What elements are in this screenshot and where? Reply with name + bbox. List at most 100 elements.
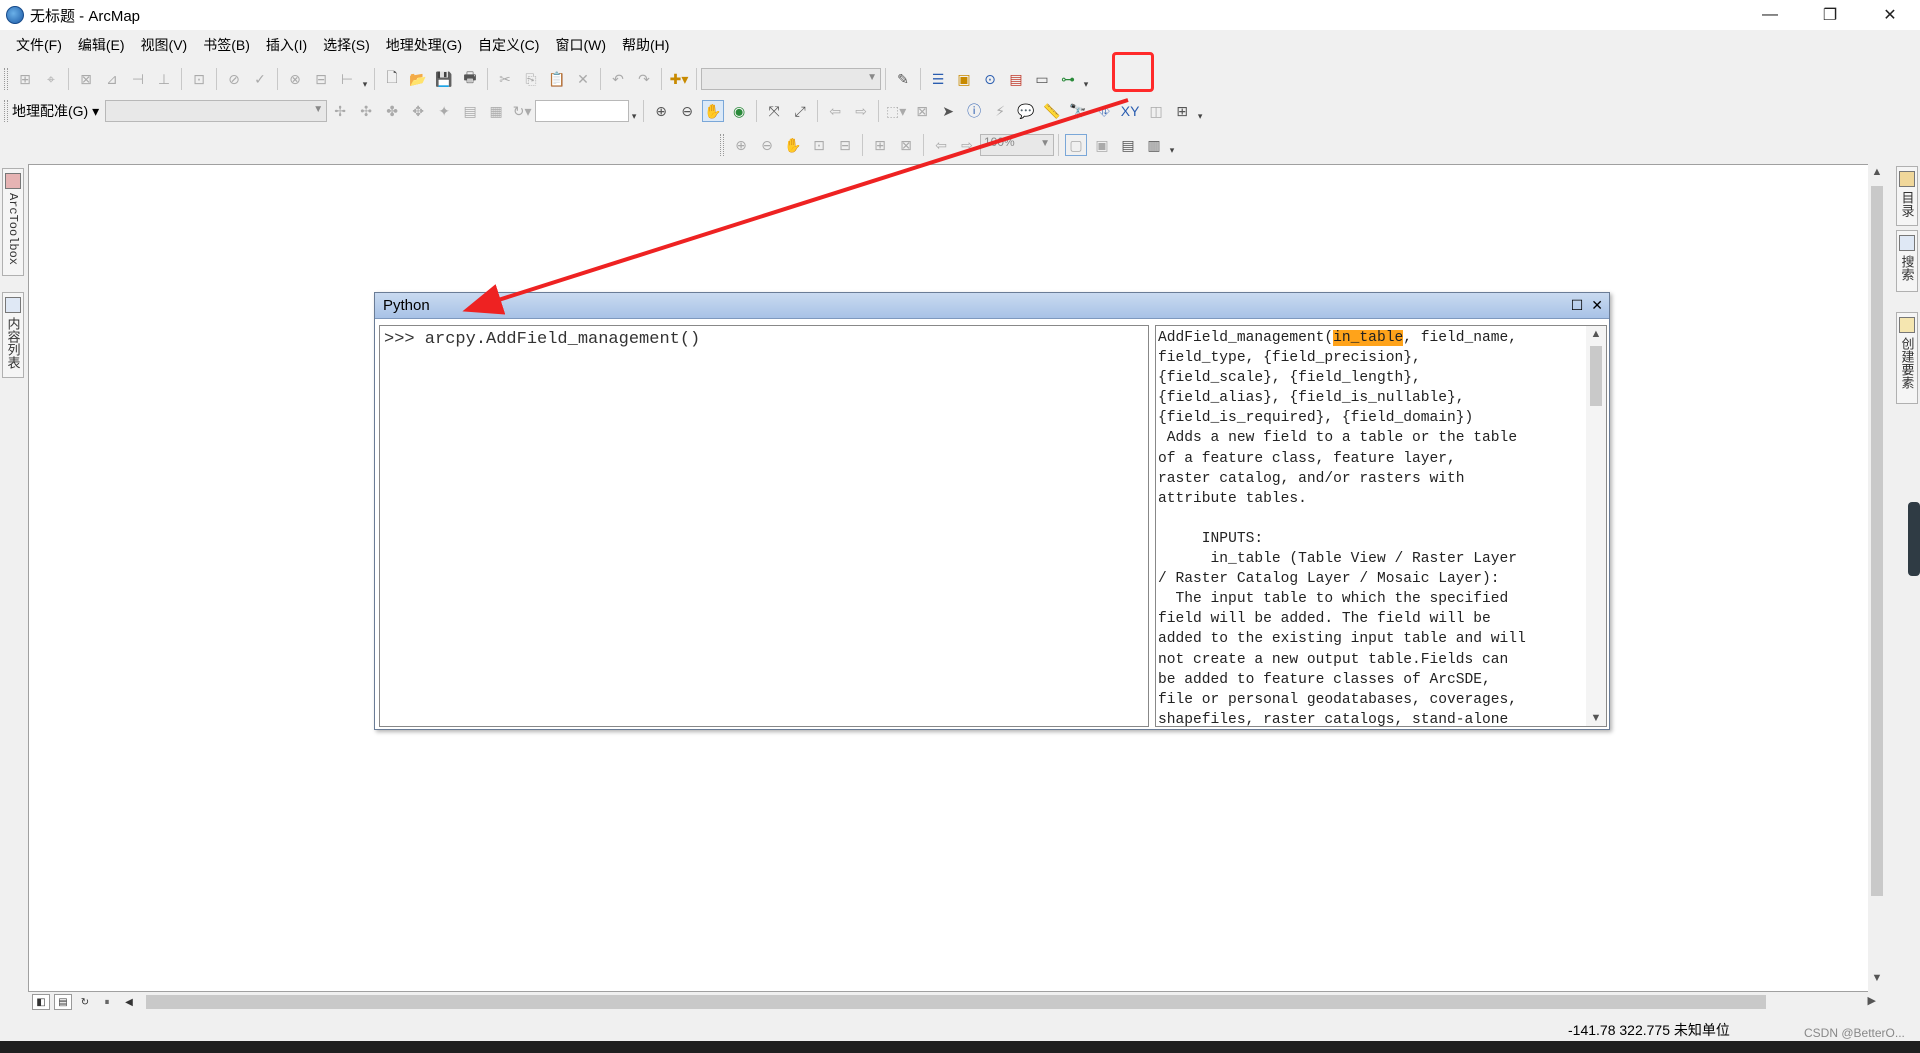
menu-selection[interactable]: 选择(S) xyxy=(315,35,378,55)
identify-icon[interactable]: ⓘ xyxy=(963,100,985,122)
toolbar-grip[interactable] xyxy=(4,100,8,122)
trace-icon[interactable]: ⊿ xyxy=(101,68,123,90)
help-scroll-thumb[interactable] xyxy=(1590,346,1602,406)
zoom-100-icon[interactable]: ⊟ xyxy=(834,134,856,156)
menu-help[interactable]: 帮助(H) xyxy=(614,35,677,55)
add-data-icon[interactable]: ✚▾ xyxy=(668,68,690,90)
toolbar-overflow-icon[interactable]: ▾ xyxy=(1195,100,1205,122)
minimize-button[interactable]: — xyxy=(1740,0,1800,30)
data-view-button[interactable]: ◧ xyxy=(32,994,50,1010)
create-features-tab[interactable]: 创建要素 xyxy=(1896,312,1918,404)
menu-file[interactable]: 文件(F) xyxy=(8,35,70,55)
help-scroll-down-icon[interactable]: ▼ xyxy=(1586,712,1606,724)
horizontal-scroll-thumb[interactable] xyxy=(146,995,1766,1009)
rotate-value-input[interactable] xyxy=(535,100,630,122)
python-window-titlebar[interactable]: Python ☐ ✕ xyxy=(375,293,1609,319)
help-scrollbar[interactable]: ▲ ▼ xyxy=(1586,326,1606,726)
model-builder-icon[interactable]: ⊶ xyxy=(1057,68,1079,90)
sketch-properties-icon[interactable]: ✓ xyxy=(249,68,271,90)
attributes-icon[interactable]: ⊘ xyxy=(223,68,245,90)
focus-data-frame-icon[interactable]: ▣ xyxy=(1091,134,1113,156)
toolbar-grip[interactable] xyxy=(4,68,8,90)
new-document-icon[interactable]: 🗋 xyxy=(381,68,403,90)
data-driven-pages-icon[interactable]: ▥ xyxy=(1143,134,1165,156)
measure-icon[interactable]: 📏 xyxy=(1041,100,1063,122)
previous-extent-layout-icon[interactable]: ⇦ xyxy=(930,134,952,156)
toolbar-overflow-icon[interactable]: ▾ xyxy=(1081,68,1091,90)
select-features-icon[interactable]: ⬚▾ xyxy=(885,100,907,122)
link-table-icon[interactable]: ▤ xyxy=(459,100,481,122)
python-console[interactable]: >>> arcpy.AddField_management() xyxy=(379,325,1149,727)
change-layout-icon[interactable]: ▤ xyxy=(1117,134,1139,156)
layout-view-button[interactable]: ▤ xyxy=(54,994,72,1010)
scroll-right-icon[interactable]: ▶ xyxy=(1868,994,1876,1007)
back-extent-icon[interactable]: ⇦ xyxy=(824,100,846,122)
python-window-icon[interactable]: ▭ xyxy=(1031,68,1053,90)
georef-tool-icon[interactable]: ✣ xyxy=(355,100,377,122)
find-route-icon[interactable]: ⛗ xyxy=(1093,100,1115,122)
menu-edit[interactable]: 编辑(E) xyxy=(70,35,133,55)
map-vertical-scrollbar[interactable]: ▲ ▼ xyxy=(1868,164,1886,992)
python-maximize-button[interactable]: ☐ xyxy=(1571,297,1584,314)
full-extent-icon[interactable]: ◉ xyxy=(728,100,750,122)
select-elements-icon[interactable]: ➤ xyxy=(937,100,959,122)
menu-insert[interactable]: 插入(I) xyxy=(258,35,315,55)
zoom-out-icon[interactable]: ⊖ xyxy=(676,100,698,122)
split-icon[interactable]: ⊣ xyxy=(127,68,149,90)
find-icon[interactable]: 🔭 xyxy=(1067,100,1089,122)
save-icon[interactable]: 💾 xyxy=(433,68,455,90)
toc-tab[interactable]: 内容列表 xyxy=(2,292,24,378)
catalog-tab[interactable]: 目录 xyxy=(1896,166,1918,226)
fix-error-icon[interactable]: ⊟ xyxy=(310,68,332,90)
zoom-in-icon[interactable]: ⊕ xyxy=(650,100,672,122)
go-to-xy-icon[interactable]: XY xyxy=(1119,100,1141,122)
help-scroll-up-icon[interactable]: ▲ xyxy=(1586,328,1606,340)
delete-icon[interactable]: ✕ xyxy=(572,68,594,90)
georef-tool-icon[interactable]: ✤ xyxy=(381,100,403,122)
editor-toolbar-icon[interactable]: ✎ xyxy=(892,68,914,90)
catalog-window-icon[interactable]: ▣ xyxy=(953,68,975,90)
fixed-zoom-in-layout-icon[interactable]: ⊞ xyxy=(869,134,891,156)
open-folder-icon[interactable]: 📂 xyxy=(407,68,429,90)
print-icon[interactable]: 🖶 xyxy=(459,68,481,90)
maximize-button[interactable]: ❐ xyxy=(1800,0,1860,30)
copy-icon[interactable]: ⎘ xyxy=(520,68,542,90)
redo-icon[interactable]: ↷ xyxy=(633,68,655,90)
undo-icon[interactable]: ↶ xyxy=(607,68,629,90)
menu-bookmarks[interactable]: 书签(B) xyxy=(195,35,258,55)
scroll-up-icon[interactable]: ▲ xyxy=(1868,166,1886,184)
reshape-icon[interactable]: ⊥ xyxy=(153,68,175,90)
menu-customize[interactable]: 自定义(C) xyxy=(470,35,547,55)
georef-layer-combo[interactable]: ▼ xyxy=(105,100,328,122)
toolbar-overflow-icon[interactable]: ▾ xyxy=(629,100,639,122)
hyperlink-icon[interactable]: ⚡ xyxy=(989,100,1011,122)
snap-icon[interactable]: ⊠ xyxy=(75,68,97,90)
html-popup-icon[interactable]: 💬 xyxy=(1015,100,1037,122)
fixed-zoom-out-layout-icon[interactable]: ⊠ xyxy=(895,134,917,156)
python-help-panel[interactable]: AddField_management(in_table, field_name… xyxy=(1155,325,1607,727)
layout-pan-icon[interactable]: ✋ xyxy=(782,134,804,156)
validate-icon[interactable]: ⊗ xyxy=(284,68,306,90)
cut-icon[interactable]: ✂ xyxy=(494,68,516,90)
map-scale-combo[interactable]: ▼ xyxy=(701,68,881,90)
georeferencing-menu[interactable]: 地理配准(G) ▾ xyxy=(12,101,99,121)
toolbar-overflow-icon[interactable]: ▾ xyxy=(360,68,370,90)
refresh-icon[interactable]: ↻ xyxy=(76,994,94,1010)
scroll-down-icon[interactable]: ▼ xyxy=(1868,972,1886,990)
fixed-zoom-in-icon[interactable]: ⤧ xyxy=(763,100,785,122)
georef-tool-icon[interactable]: ✥ xyxy=(407,100,429,122)
toggle-draft-mode-icon[interactable]: ▢ xyxy=(1065,134,1087,156)
forward-extent-icon[interactable]: ⇨ xyxy=(850,100,872,122)
table-of-contents-icon[interactable]: ☰ xyxy=(927,68,949,90)
paste-icon[interactable]: 📋 xyxy=(546,68,568,90)
editor-icon[interactable]: ⊞ xyxy=(14,68,36,90)
clear-selection-icon[interactable]: ⊠ xyxy=(911,100,933,122)
next-extent-layout-icon[interactable]: ⇨ xyxy=(956,134,978,156)
menu-view[interactable]: 视图(V) xyxy=(133,35,196,55)
edit-tool-icon[interactable]: ⌖ xyxy=(40,68,62,90)
pan-icon[interactable]: ✋ xyxy=(702,100,725,122)
search-tab[interactable]: 搜索 xyxy=(1896,230,1918,292)
menu-geoprocessing[interactable]: 地理处理(G) xyxy=(378,35,470,55)
topology-icon[interactable]: ⊡ xyxy=(188,68,210,90)
toolbar-overflow-icon[interactable]: ▾ xyxy=(1167,134,1177,156)
